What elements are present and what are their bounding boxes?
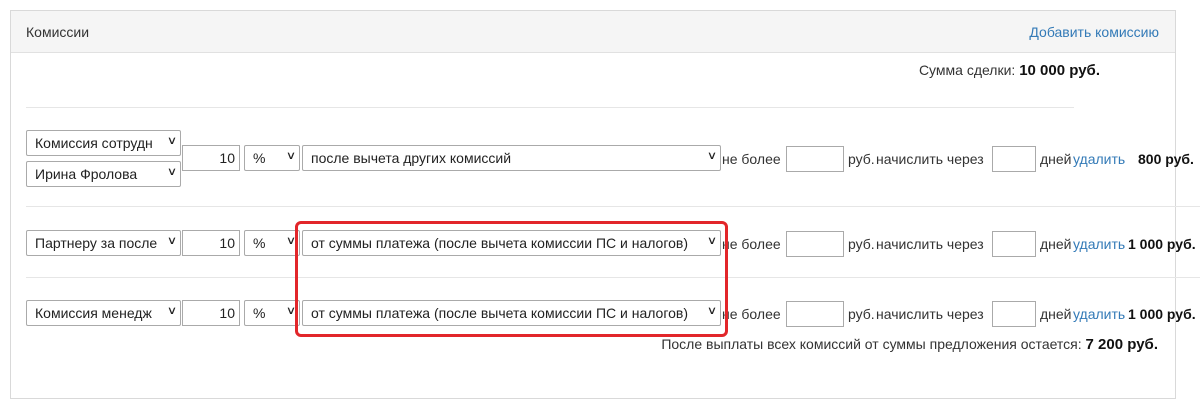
- remainder-label: После выплаты всех комиссий от суммы пре…: [661, 336, 1082, 352]
- chevron-down-icon: ∨: [706, 150, 718, 162]
- commission-type-value: Партнеру за после: [35, 235, 158, 251]
- chevron-down-icon: ∨: [285, 150, 297, 162]
- chevron-down-icon: ∨: [166, 305, 178, 317]
- days-input[interactable]: [992, 301, 1036, 327]
- deal-sum-label: Сумма сделки:: [918, 62, 1016, 78]
- accrue-label: начислить через: [876, 306, 984, 322]
- remainder-value: 7 200 руб.: [1085, 336, 1158, 353]
- delete-link[interactable]: удалить: [1073, 236, 1125, 252]
- unit-select[interactable]: % ∨: [244, 145, 300, 171]
- divider: [26, 206, 1200, 207]
- panel-header: Комиссии Добавить комиссию: [11, 11, 1175, 53]
- days-input[interactable]: [992, 146, 1036, 172]
- commission-type-select[interactable]: Комиссия менедж ∨: [26, 300, 181, 326]
- rub-label: руб.: [848, 306, 875, 322]
- commission-type-select[interactable]: Комиссия сотрудн ∨: [26, 130, 181, 156]
- highlight-frame: [295, 221, 728, 337]
- amount-input[interactable]: 10: [182, 230, 240, 256]
- divider: [26, 107, 1074, 108]
- base-value: после вычета других комиссий: [311, 150, 512, 166]
- add-commission-link[interactable]: Добавить комиссию: [1029, 24, 1159, 40]
- commission-type-value: Комиссия сотрудн: [35, 135, 153, 151]
- chevron-down-icon: ∨: [166, 166, 178, 178]
- days-label: дней: [1040, 306, 1072, 322]
- delete-link[interactable]: удалить: [1073, 151, 1125, 167]
- no-more-label: не более: [722, 236, 781, 252]
- amount-input[interactable]: 10: [182, 300, 240, 326]
- unit-select[interactable]: % ∨: [244, 230, 300, 256]
- no-more-label: не более: [722, 151, 781, 167]
- no-more-label: не более: [722, 306, 781, 322]
- deal-sum-value: 10 000 руб.: [1019, 62, 1100, 79]
- amount-input[interactable]: 10: [182, 145, 240, 171]
- remainder-summary: После выплаты всех комиссий от суммы пре…: [661, 336, 1158, 353]
- commission-type-value: Комиссия менедж: [35, 305, 152, 321]
- deal-sum: Сумма сделки: 10 000 руб.: [919, 62, 1100, 79]
- rub-label: руб.: [848, 236, 875, 252]
- base-select[interactable]: после вычета других комиссий ∨: [302, 145, 721, 171]
- accrue-label: начислить через: [876, 151, 984, 167]
- unit-value: %: [253, 150, 266, 166]
- max-amount-input[interactable]: [786, 301, 844, 327]
- chevron-down-icon: ∨: [166, 135, 178, 147]
- employee-select[interactable]: Ирина Фролова ∨: [26, 161, 181, 187]
- panel-title: Комиссии: [26, 24, 90, 40]
- employee-value: Ирина Фролова: [35, 166, 138, 182]
- days-label: дней: [1040, 151, 1072, 167]
- max-amount-input[interactable]: [786, 146, 844, 172]
- accrue-label: начислить через: [876, 236, 984, 252]
- commission-result: 1 000 руб.: [1128, 236, 1196, 252]
- chevron-down-icon: ∨: [166, 235, 178, 247]
- unit-value: %: [253, 235, 266, 251]
- days-label: дней: [1040, 236, 1072, 252]
- commission-result: 1 000 руб.: [1128, 306, 1196, 322]
- unit-value: %: [253, 305, 266, 321]
- rub-label: руб.: [848, 151, 875, 167]
- max-amount-input[interactable]: [786, 231, 844, 257]
- commission-type-select[interactable]: Партнеру за после ∨: [26, 230, 181, 256]
- days-input[interactable]: [992, 231, 1036, 257]
- commission-result: 800 руб.: [1138, 151, 1194, 167]
- delete-link[interactable]: удалить: [1073, 306, 1125, 322]
- unit-select[interactable]: % ∨: [244, 300, 300, 326]
